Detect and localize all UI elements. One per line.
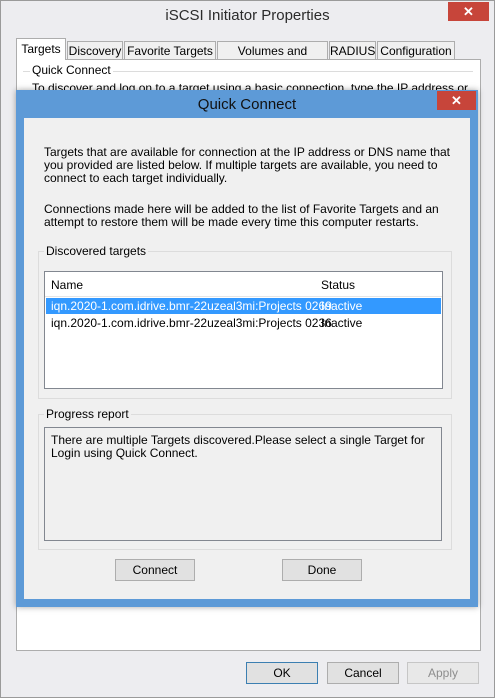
ok-button[interactable]: OK (246, 662, 318, 684)
tab-targets[interactable]: Targets (16, 38, 66, 60)
favorites-text: Connections made here will be added to t… (44, 202, 439, 229)
done-button[interactable]: Done (282, 559, 362, 581)
cancel-button[interactable]: Cancel (327, 662, 399, 684)
tab-radius[interactable]: RADIUS (329, 41, 376, 59)
tab-discovery[interactable]: Discovery (67, 41, 123, 59)
progress-report-text: There are multiple Targets discovered.Pl… (51, 433, 425, 460)
dialog-close-icon[interactable]: ✕ (437, 91, 476, 110)
tab-favorite-targets[interactable]: Favorite Targets (124, 41, 216, 59)
outer-title-bar[interactable]: iSCSI Initiator Properties ✕ (1, 1, 494, 31)
apply-button[interactable]: Apply (407, 662, 479, 684)
discovered-targets-label: Discovered targets (44, 244, 149, 258)
dialog-title: Quick Connect (197, 96, 297, 113)
quick-connect-dialog: Quick Connect ✕ Targets that are availab… (16, 90, 478, 607)
intro-text: Targets that are available for connectio… (44, 145, 451, 185)
status-column-header[interactable]: Status (321, 278, 355, 292)
name-column-header[interactable]: Name (51, 278, 83, 292)
list-header: Name Status (45, 272, 442, 297)
target-status: Inactive (321, 316, 363, 330)
dialog-client-area: Targets that are available for connectio… (24, 118, 470, 599)
dialog-title-bar[interactable]: Quick Connect ✕ (16, 90, 478, 118)
tab-volumes-and-devices[interactable]: Volumes and Devices (217, 41, 328, 76)
target-name: iqn.2020-1.com.idrive.bmr-22uzeal3mi:Pro… (51, 299, 332, 313)
target-name: iqn.2020-1.com.idrive.bmr-22uzeal3mi:Pro… (51, 316, 332, 330)
connect-button[interactable]: Connect (115, 559, 195, 581)
target-row[interactable]: iqn.2020-1.com.idrive.bmr-22uzeal3mi:Pro… (46, 298, 441, 314)
discovered-targets-list[interactable]: Name Status iqn.2020-1.com.idrive.bmr-22… (44, 271, 443, 389)
progress-report-label: Progress report (44, 407, 131, 421)
outer-window-title: iSCSI Initiator Properties (165, 7, 330, 24)
quick-connect-group-label: Quick Connect (30, 63, 113, 77)
target-row[interactable]: iqn.2020-1.com.idrive.bmr-22uzeal3mi:Pro… (46, 315, 441, 331)
outer-close-icon[interactable]: ✕ (448, 2, 489, 21)
target-status: Inactive (321, 299, 363, 313)
progress-report-box: There are multiple Targets discovered.Pl… (44, 427, 442, 541)
tab-configuration[interactable]: Configuration (377, 41, 455, 59)
